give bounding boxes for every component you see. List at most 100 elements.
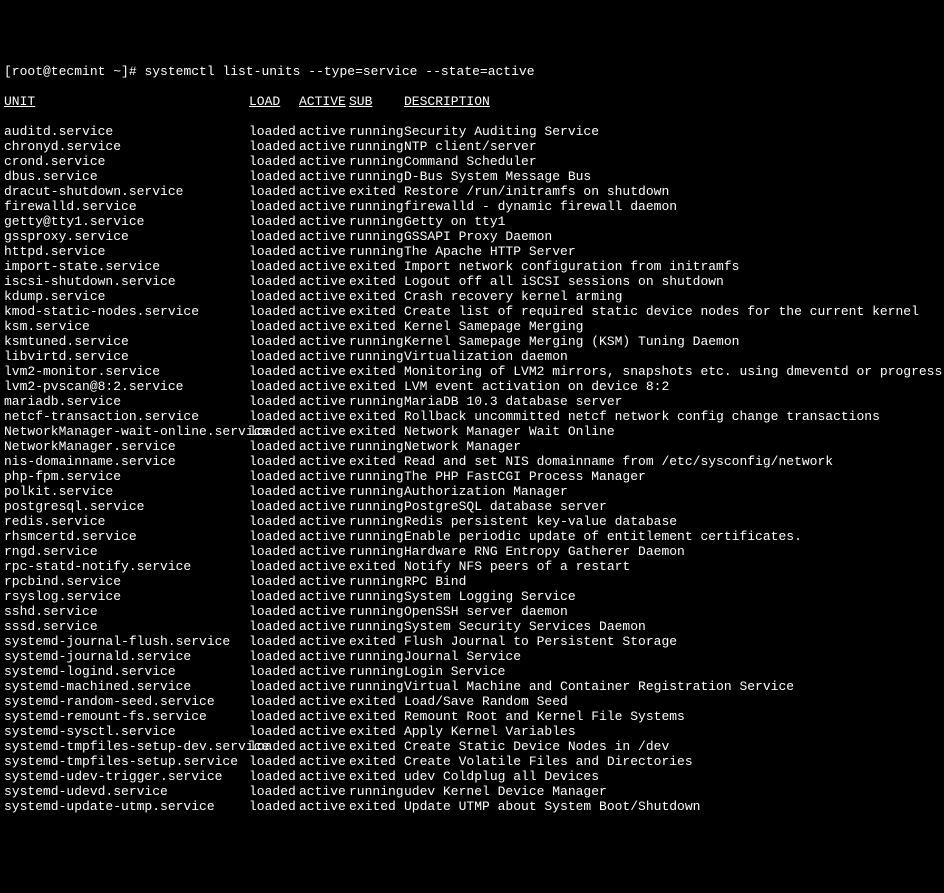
service-active: active bbox=[299, 484, 349, 499]
service-unit: rpcbind.service bbox=[4, 574, 249, 589]
service-description: NTP client/server bbox=[404, 139, 940, 154]
service-row: systemd-random-seed.serviceloadedactivee… bbox=[4, 694, 940, 709]
service-sub: exited bbox=[349, 739, 404, 754]
service-sub: running bbox=[349, 439, 404, 454]
service-active: active bbox=[299, 724, 349, 739]
service-description: Monitoring of LVM2 mirrors, snapshots et… bbox=[404, 364, 944, 379]
service-unit: systemd-journal-flush.service bbox=[4, 634, 249, 649]
service-load: loaded bbox=[249, 499, 299, 514]
command-prompt-line: [root@tecmint ~]# systemctl list-units -… bbox=[4, 64, 940, 79]
service-sub: running bbox=[349, 484, 404, 499]
service-load: loaded bbox=[249, 259, 299, 274]
service-row: auditd.serviceloadedactiverunningSecurit… bbox=[4, 124, 940, 139]
service-sub: running bbox=[349, 124, 404, 139]
service-description: The PHP FastCGI Process Manager bbox=[404, 469, 940, 484]
service-unit: NetworkManager-wait-online.service bbox=[4, 424, 249, 439]
service-active: active bbox=[299, 604, 349, 619]
service-description: Kernel Samepage Merging (KSM) Tuning Dae… bbox=[404, 334, 940, 349]
command-text: systemctl list-units --type=service --st… bbox=[144, 64, 534, 79]
service-description: Authorization Manager bbox=[404, 484, 940, 499]
service-active: active bbox=[299, 184, 349, 199]
service-active: active bbox=[299, 469, 349, 484]
service-unit: kdump.service bbox=[4, 289, 249, 304]
service-row: ksmtuned.serviceloadedactiverunningKerne… bbox=[4, 334, 940, 349]
service-sub: running bbox=[349, 214, 404, 229]
service-description: Rollback uncommitted netcf network confi… bbox=[404, 409, 940, 424]
service-active: active bbox=[299, 634, 349, 649]
service-description: Security Auditing Service bbox=[404, 124, 940, 139]
service-unit: rngd.service bbox=[4, 544, 249, 559]
service-row: rpc-statd-notify.serviceloadedactiveexit… bbox=[4, 559, 940, 574]
service-description: Logout off all iSCSI sessions on shutdow… bbox=[404, 274, 940, 289]
service-active: active bbox=[299, 619, 349, 634]
header-description: DESCRIPTION bbox=[404, 94, 940, 109]
service-row: dracut-shutdown.serviceloadedactiveexite… bbox=[4, 184, 940, 199]
service-active: active bbox=[299, 139, 349, 154]
service-active: active bbox=[299, 154, 349, 169]
service-sub: running bbox=[349, 139, 404, 154]
service-load: loaded bbox=[249, 394, 299, 409]
service-unit: rhsmcertd.service bbox=[4, 529, 249, 544]
service-active: active bbox=[299, 334, 349, 349]
service-row: systemd-journald.serviceloadedactiverunn… bbox=[4, 649, 940, 664]
service-row: rngd.serviceloadedactiverunningHardware … bbox=[4, 544, 940, 559]
service-active: active bbox=[299, 379, 349, 394]
service-sub: exited bbox=[349, 424, 404, 439]
service-unit: netcf-transaction.service bbox=[4, 409, 249, 424]
service-row: firewalld.serviceloadedactiverunningfire… bbox=[4, 199, 940, 214]
service-unit: ksmtuned.service bbox=[4, 334, 249, 349]
service-load: loaded bbox=[249, 139, 299, 154]
service-load: loaded bbox=[249, 724, 299, 739]
service-sub: running bbox=[349, 529, 404, 544]
service-unit: sssd.service bbox=[4, 619, 249, 634]
service-unit: systemd-remount-fs.service bbox=[4, 709, 249, 724]
service-load: loaded bbox=[249, 679, 299, 694]
service-description: Update UTMP about System Boot/Shutdown bbox=[404, 799, 940, 814]
service-load: loaded bbox=[249, 379, 299, 394]
service-row: systemd-journal-flush.serviceloadedactiv… bbox=[4, 634, 940, 649]
service-active: active bbox=[299, 424, 349, 439]
service-load: loaded bbox=[249, 484, 299, 499]
service-load: loaded bbox=[249, 319, 299, 334]
service-load: loaded bbox=[249, 184, 299, 199]
table-header: UNITLOADACTIVESUBDESCRIPTION bbox=[4, 94, 940, 109]
service-row: systemd-sysctl.serviceloadedactiveexited… bbox=[4, 724, 940, 739]
service-row: gssproxy.serviceloadedactiverunningGSSAP… bbox=[4, 229, 940, 244]
service-active: active bbox=[299, 679, 349, 694]
service-sub: exited bbox=[349, 724, 404, 739]
service-unit: sshd.service bbox=[4, 604, 249, 619]
service-sub: running bbox=[349, 169, 404, 184]
service-row: systemd-udevd.serviceloadedactiverunning… bbox=[4, 784, 940, 799]
service-active: active bbox=[299, 304, 349, 319]
service-row: rpcbind.serviceloadedactiverunningRPC Bi… bbox=[4, 574, 940, 589]
service-sub: exited bbox=[349, 709, 404, 724]
service-unit: redis.service bbox=[4, 514, 249, 529]
service-active: active bbox=[299, 199, 349, 214]
service-unit: httpd.service bbox=[4, 244, 249, 259]
service-unit: auditd.service bbox=[4, 124, 249, 139]
service-description: Remount Root and Kernel File Systems bbox=[404, 709, 940, 724]
header-sub: SUB bbox=[349, 94, 404, 109]
service-active: active bbox=[299, 274, 349, 289]
service-sub: running bbox=[349, 574, 404, 589]
service-sub: running bbox=[349, 499, 404, 514]
service-row: systemd-remount-fs.serviceloadedactiveex… bbox=[4, 709, 940, 724]
service-active: active bbox=[299, 694, 349, 709]
service-description: OpenSSH server daemon bbox=[404, 604, 940, 619]
service-load: loaded bbox=[249, 154, 299, 169]
service-sub: running bbox=[349, 514, 404, 529]
service-row: chronyd.serviceloadedactiverunningNTP cl… bbox=[4, 139, 940, 154]
service-sub: exited bbox=[349, 769, 404, 784]
service-sub: exited bbox=[349, 559, 404, 574]
service-load: loaded bbox=[249, 514, 299, 529]
service-unit: systemd-random-seed.service bbox=[4, 694, 249, 709]
service-list: auditd.serviceloadedactiverunningSecurit… bbox=[4, 124, 940, 814]
service-sub: running bbox=[349, 679, 404, 694]
service-load: loaded bbox=[249, 709, 299, 724]
service-unit: firewalld.service bbox=[4, 199, 249, 214]
service-description: GSSAPI Proxy Daemon bbox=[404, 229, 940, 244]
service-active: active bbox=[299, 739, 349, 754]
service-sub: exited bbox=[349, 754, 404, 769]
service-active: active bbox=[299, 649, 349, 664]
service-sub: running bbox=[349, 154, 404, 169]
